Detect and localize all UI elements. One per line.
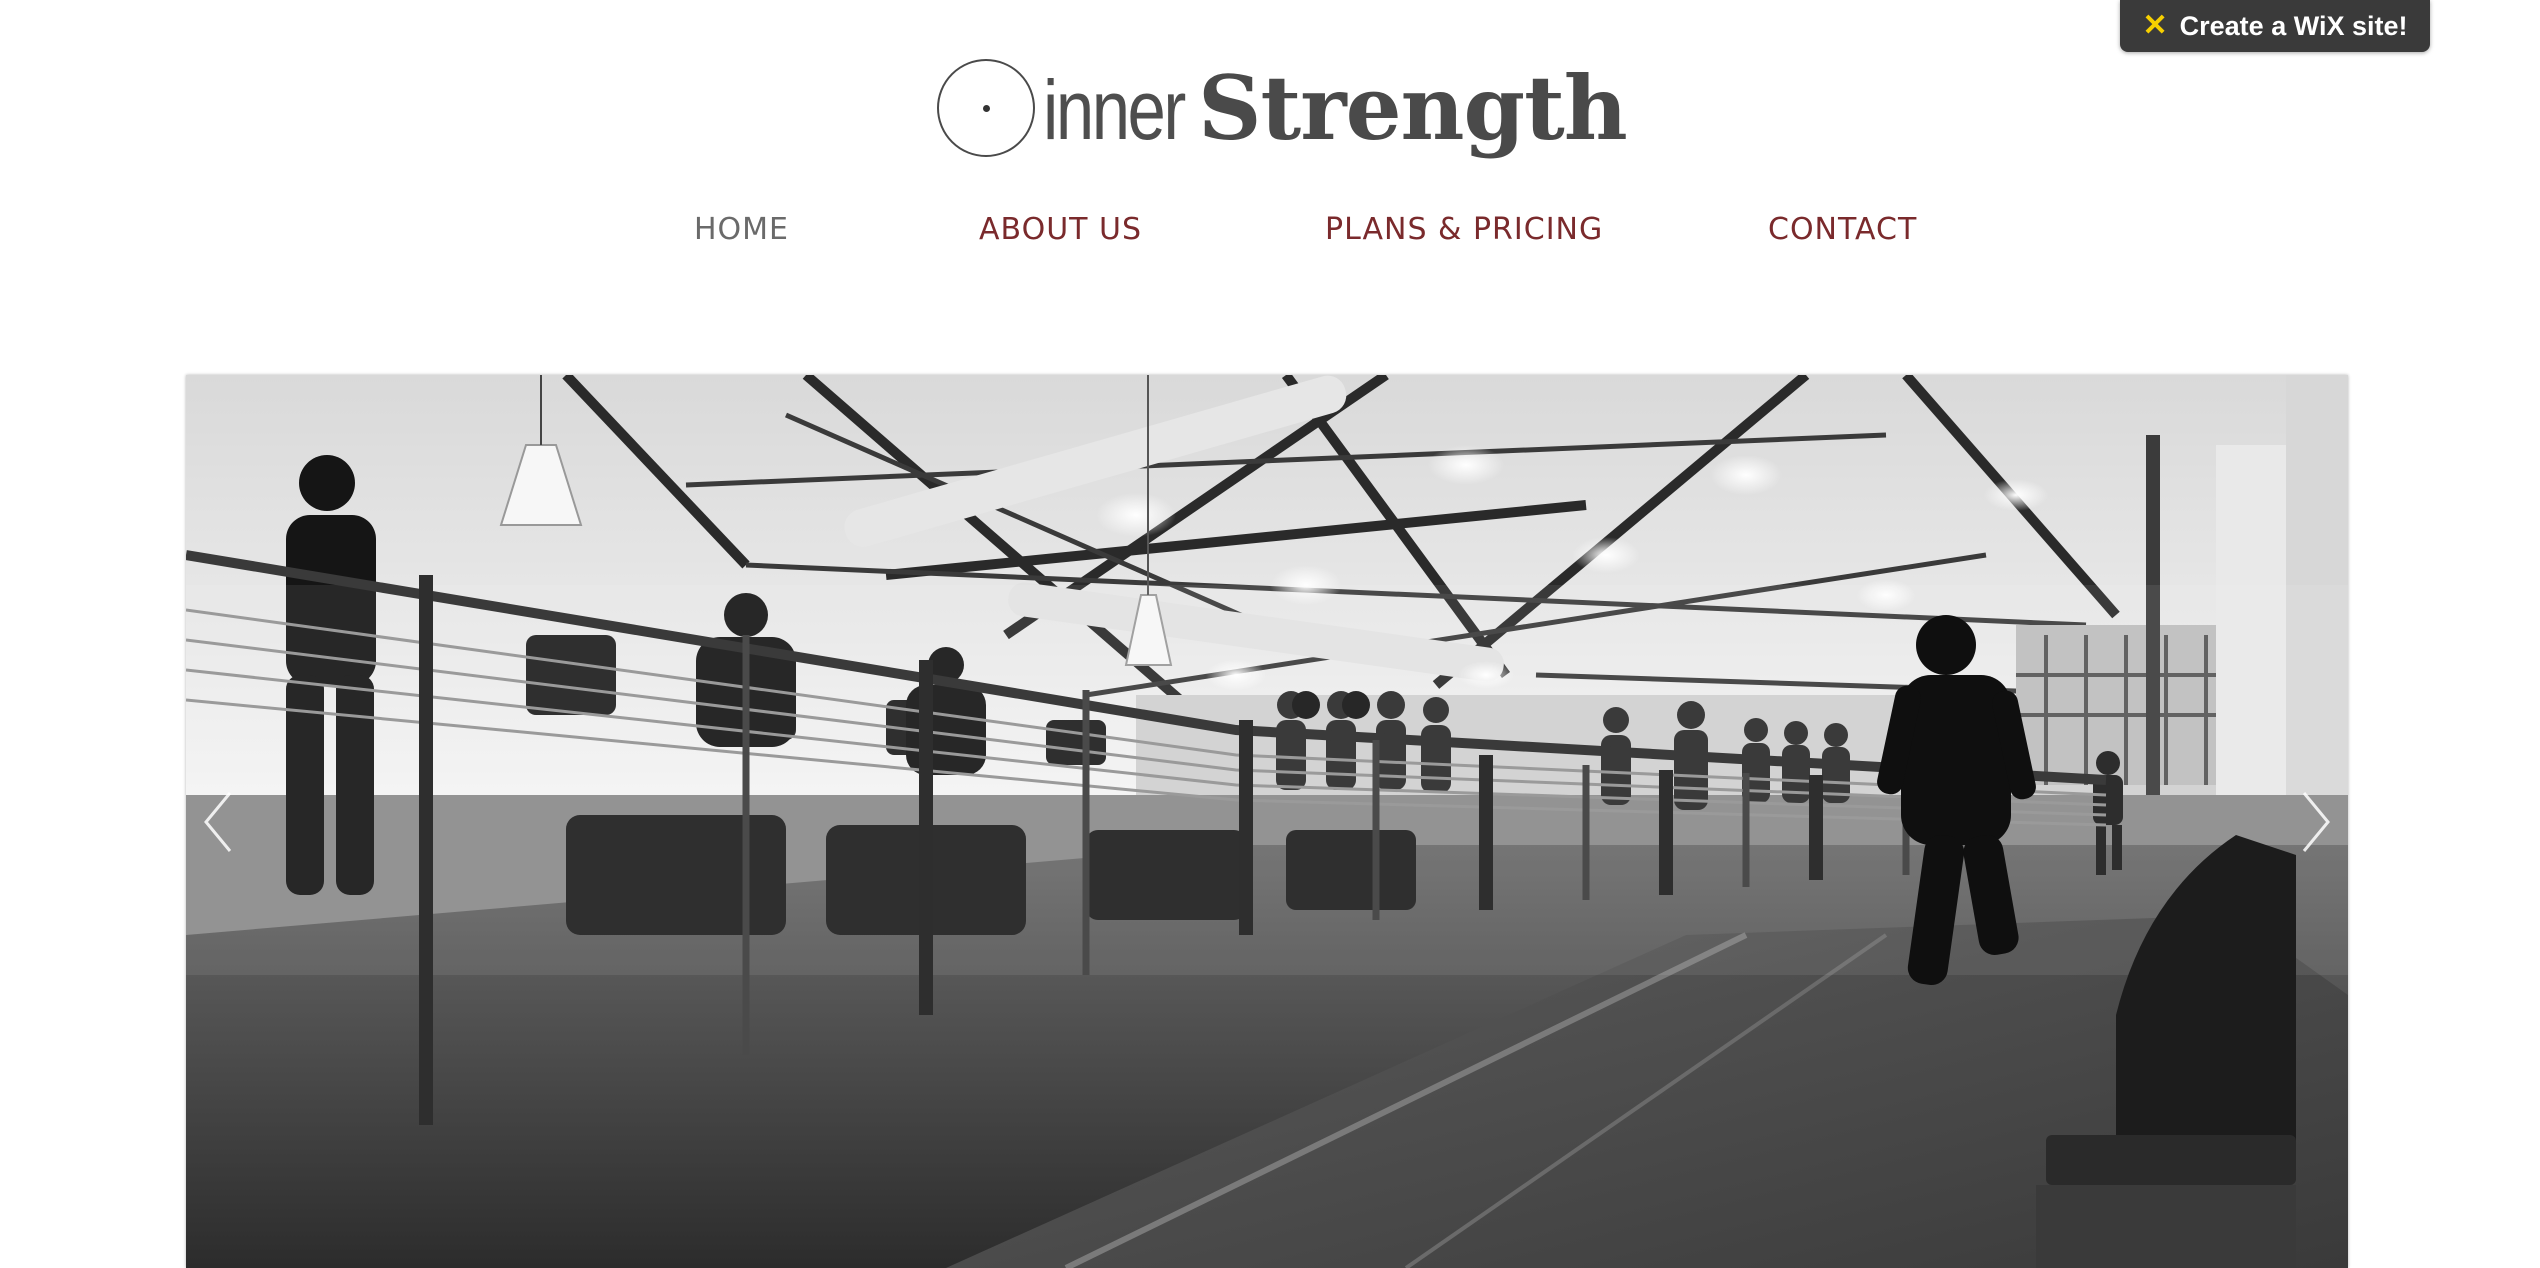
logo-text-strength: Strength — [1198, 56, 1628, 160]
hero-gym-photo — [186, 375, 2348, 1268]
chevron-left-icon — [204, 792, 232, 852]
page: ✕ Create a WiX site! inner Strength HOME… — [0, 0, 2540, 1268]
wix-banner-label: Create a WiX site! — [2179, 10, 2408, 41]
nav-item-home[interactable]: HOME — [694, 212, 789, 247]
main-nav: HOME ABOUT US PLANS & PRICING CONTACT — [0, 212, 2540, 268]
slideshow-prev-button[interactable] — [198, 787, 238, 857]
chevron-right-icon — [2302, 792, 2330, 852]
create-wix-site-banner[interactable]: ✕ Create a WiX site! — [2120, 0, 2430, 52]
logo-text-inner: inner — [1043, 63, 1186, 157]
hero-slideshow[interactable] — [186, 375, 2348, 1268]
nav-item-contact[interactable]: CONTACT — [1768, 212, 1917, 247]
nav-item-about-us[interactable]: ABOUT US — [979, 212, 1142, 247]
wix-x-icon: ✕ — [2142, 9, 2168, 42]
logo-wordmark: inner Strength — [1043, 56, 1628, 160]
logo-circle-icon — [937, 59, 1035, 157]
site-logo[interactable]: inner Strength — [937, 50, 1628, 166]
slideshow-next-button[interactable] — [2296, 787, 2336, 857]
nav-item-plans-pricing[interactable]: PLANS & PRICING — [1325, 212, 1603, 247]
